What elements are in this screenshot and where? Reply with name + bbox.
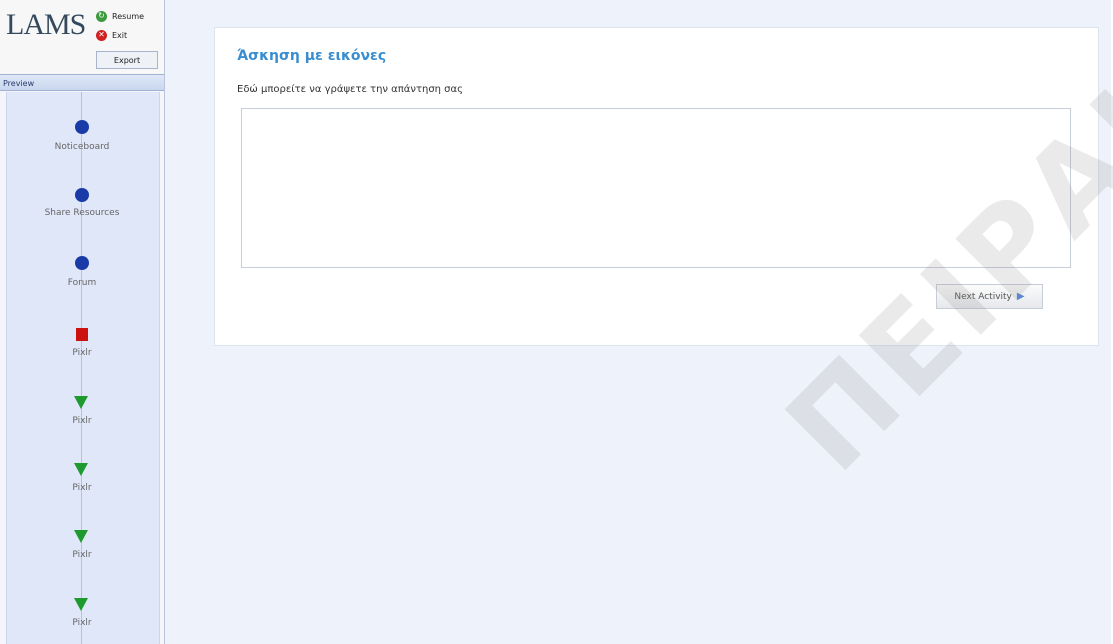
sequence-line — [81, 92, 82, 644]
page-title: Άσκηση με εικόνες — [237, 48, 387, 64]
activity-label: Pixlr — [72, 483, 92, 493]
activity-label: Pixlr — [72, 618, 92, 628]
instructions-text: Εδώ μπορείτε να γράψετε την απάντηση σας — [237, 84, 463, 95]
sequence-panel — [6, 92, 160, 644]
resume-button[interactable]: ↻ Resume — [96, 8, 158, 24]
circle-icon — [75, 120, 89, 134]
triangle-icon — [74, 530, 88, 543]
exit-icon: ✕ — [96, 29, 107, 41]
activity-label: Pixlr — [72, 348, 92, 358]
exit-button[interactable]: ✕ Exit — [96, 27, 158, 43]
header-area: LAMS ↻ Resume ✕ Exit Export — [0, 0, 164, 74]
circle-icon — [75, 256, 89, 270]
activity-label: Pixlr — [72, 416, 92, 426]
resume-icon: ↻ — [96, 10, 107, 22]
activity-label: Noticeboard — [54, 142, 110, 152]
resume-label: Resume — [112, 11, 145, 21]
exit-label: Exit — [112, 30, 128, 40]
activity-label: Share Resources — [44, 208, 120, 218]
export-button[interactable]: Export — [96, 51, 158, 69]
circle-icon — [75, 188, 89, 202]
activity-label: Forum — [67, 278, 97, 288]
triangle-icon — [74, 396, 88, 409]
triangle-icon — [74, 598, 88, 611]
square-icon — [76, 328, 88, 341]
triangle-icon — [74, 463, 88, 476]
lams-logo: LAMS — [6, 8, 86, 41]
sidebar: LAMS ↻ Resume ✕ Exit Export Preview Noti… — [0, 0, 165, 644]
activity-label: Pixlr — [72, 550, 92, 560]
preview-label: Preview — [0, 74, 164, 91]
